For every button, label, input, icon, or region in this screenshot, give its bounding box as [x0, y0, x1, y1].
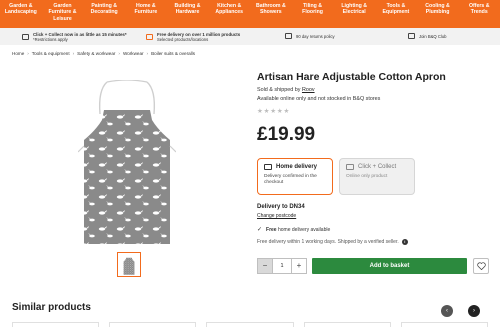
breadcrumb-tools[interactable]: Tools & equipment: [32, 51, 70, 56]
check-icon: ✓: [257, 227, 263, 233]
nav-item-cooling-plumbing[interactable]: Cooling & Plumbing: [417, 0, 459, 28]
van-icon: [264, 164, 272, 170]
nav-item-home-furniture[interactable]: Home & Furniture: [125, 0, 167, 28]
availability-text: Available online only and not stocked in…: [257, 96, 381, 102]
product-thumbnail[interactable]: [117, 252, 141, 277]
breadcrumb-safety[interactable]: Safety & workwear: [77, 51, 115, 56]
club-info[interactable]: Join B&Q Club: [408, 33, 446, 39]
breadcrumb-boiler-suits[interactable]: Boiler suits & overalls: [151, 51, 195, 56]
chevron-right-icon: ›: [27, 51, 29, 56]
delivery-icon: [146, 34, 153, 40]
heart-icon: [476, 262, 486, 270]
change-postcode-link[interactable]: Change postcode: [257, 213, 296, 219]
nav-item-kitchen-appliances[interactable]: Kitchen & Appliances: [208, 0, 250, 28]
free-home-text: home delivery available: [277, 226, 331, 233]
info-icon[interactable]: i: [401, 239, 408, 245]
free-within-text: Free delivery within 1 working days. Shi…: [257, 239, 399, 245]
nav-item-garden-furniture[interactable]: Garden Furniture & Leisure: [42, 0, 84, 28]
product-card[interactable]: [206, 322, 294, 327]
nav-item-bathroom-showers[interactable]: Bathroom & Showers: [250, 0, 292, 28]
nav-item-tiling-flooring[interactable]: Tiling & Flooring: [292, 0, 334, 28]
home-delivery-option[interactable]: Home delivery Delivery confirmed in the …: [257, 158, 333, 195]
product-card[interactable]: [109, 322, 197, 327]
add-to-basket-button[interactable]: Add to basket: [312, 258, 467, 274]
free-label: Free: [266, 226, 277, 233]
top-navigation: Garden & Landscaping Garden Furniture & …: [0, 0, 500, 28]
quantity-decrease-button[interactable]: −: [257, 258, 273, 274]
store-icon: [22, 34, 29, 40]
product-card[interactable]: [12, 322, 100, 327]
carousel-prev-button[interactable]: ‹: [441, 305, 453, 317]
similar-products-carousel: [12, 322, 489, 327]
card-icon: [408, 33, 415, 39]
info-strip: Click + Collect now in as little as 15 m…: [0, 28, 500, 45]
free-delivery-within: Free delivery within 1 working days. Shi…: [257, 239, 408, 245]
nav-item-tools-equipment[interactable]: Tools & Equipment: [375, 0, 417, 28]
free-home-delivery: ✓ Free home delivery available: [257, 226, 331, 234]
carousel-next-button[interactable]: ›: [468, 305, 480, 317]
product-card[interactable]: [303, 322, 391, 327]
click-collect-option[interactable]: Click + Collect Online only product: [339, 158, 415, 195]
product-price: £19.99: [257, 124, 316, 145]
chevron-right-icon: ›: [146, 51, 149, 56]
club-text: Join B&Q Club: [419, 33, 447, 39]
calendar-icon: [285, 33, 292, 39]
returns-info[interactable]: 90 day returns policy: [285, 33, 335, 39]
store-icon: [346, 164, 354, 170]
home-delivery-label: Home delivery: [276, 164, 318, 170]
returns-text: 90 day returns policy: [296, 33, 335, 39]
breadcrumb: Home › Tools & equipment › Safety & work…: [12, 51, 195, 56]
seller-link[interactable]: Roov: [302, 87, 315, 93]
quantity-increase-button[interactable]: +: [291, 258, 307, 274]
home-delivery-subtext: Delivery confirmed in the checkout: [264, 174, 317, 186]
breadcrumb-workwear[interactable]: Workwear: [123, 51, 144, 56]
similar-products-heading: Similar products: [12, 302, 91, 313]
click-collect-label: Click + Collect: [358, 164, 397, 170]
free-delivery-subtext: Selected products/locations: [157, 37, 209, 42]
wishlist-button[interactable]: [473, 258, 489, 274]
nav-item-garden-landscaping[interactable]: Garden & Landscaping: [0, 0, 42, 28]
rating-stars[interactable]: ★★★★★: [257, 107, 290, 115]
breadcrumb-home[interactable]: Home: [12, 51, 24, 56]
product-image[interactable]: [77, 79, 177, 246]
click-collect-info[interactable]: Click + Collect now in as little as 15 m…: [22, 32, 127, 42]
click-collect-subtext: *Restrictions apply: [33, 37, 68, 42]
click-collect-subtext: Online only product: [346, 174, 388, 179]
delivery-to: Delivery to DN34: [257, 204, 305, 210]
sold-by-label: Sold & shipped by: [257, 87, 301, 93]
sold-by: Sold & shipped by Roov: [257, 87, 315, 93]
chevron-right-icon: ›: [72, 51, 75, 56]
nav-item-building-hardware[interactable]: Building & Hardware: [167, 0, 209, 28]
free-delivery-info[interactable]: Free delivery on over 1 million products…: [146, 32, 240, 42]
chevron-right-icon: ›: [118, 51, 120, 56]
quantity-input[interactable]: 1: [273, 258, 291, 274]
nav-item-painting-decorating[interactable]: Painting & Decorating: [83, 0, 125, 28]
product-card[interactable]: [400, 322, 489, 327]
product-title: Artisan Hare Adjustable Cotton Apron: [257, 71, 446, 83]
nav-item-offers-trends[interactable]: Offers & Trends: [458, 0, 500, 28]
nav-item-lighting-electrical[interactable]: Lighting & Electrical: [333, 0, 375, 28]
